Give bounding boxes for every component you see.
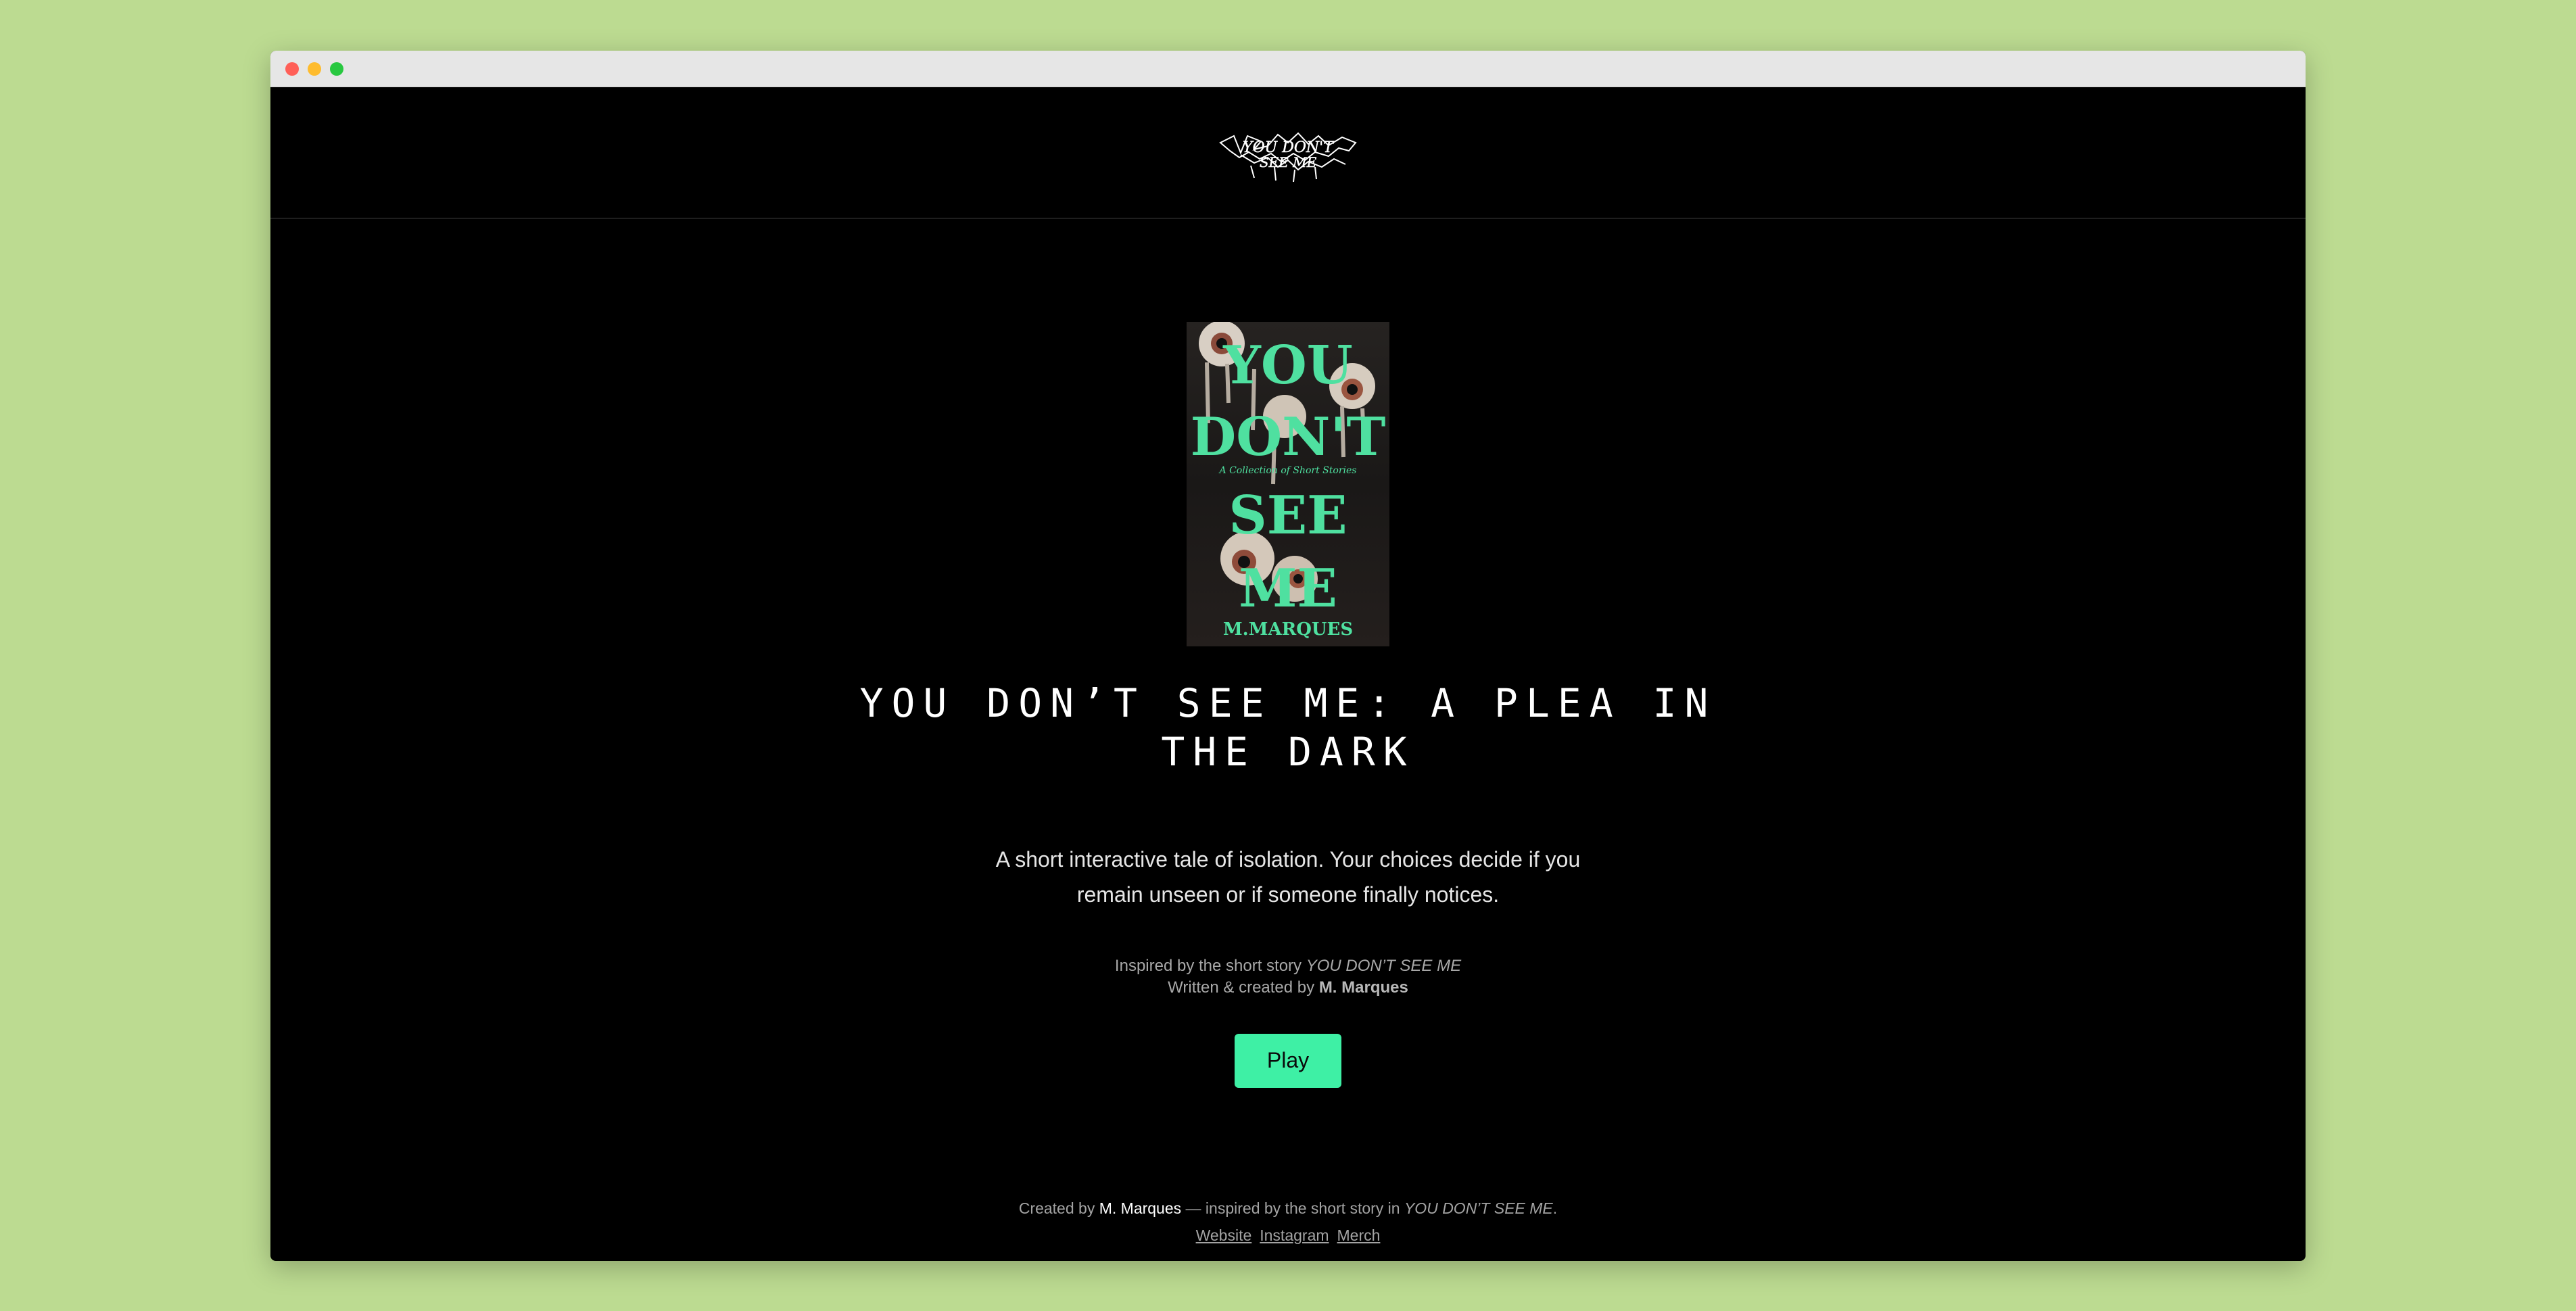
website-link[interactable]: Website — [1196, 1226, 1252, 1244]
site-header: YOU DON'T SEE ME — [270, 87, 2306, 219]
minimize-window-button[interactable] — [308, 62, 321, 76]
footer-links: Website Instagram Merch — [270, 1222, 2306, 1249]
browser-window: YOU DON'T SEE ME YOU DON'T A Collection … — [270, 51, 2306, 1261]
footer-story-title: YOU DON’T SEE ME — [1404, 1199, 1553, 1217]
footer-author: M. Marques — [1099, 1199, 1182, 1217]
inspired-story-title: YOU DON’T SEE ME — [1306, 956, 1462, 975]
inspired-line: Inspired by the short story YOU DON’T SE… — [1115, 955, 1461, 977]
written-author: M. Marques — [1318, 978, 1408, 997]
cover-subtitle: A Collection of Short Stories — [1219, 465, 1357, 476]
play-button[interactable]: Play — [1235, 1033, 1341, 1088]
cover-title-line: DON'T — [1190, 406, 1386, 468]
cover-author: M.MARQUES — [1222, 619, 1354, 640]
game-description: A short interactive tale of isolation. Y… — [995, 847, 1581, 907]
written-prefix: Written & created by — [1168, 978, 1319, 997]
cover-title-line: ME — [1239, 558, 1337, 619]
credits: Inspired by the short story YOU DON’T SE… — [1115, 955, 1461, 999]
book-cover: YOU DON'T A Collection of Short Stories … — [1187, 322, 1389, 646]
site-footer: Created by M. Marques — inspired by the … — [270, 1195, 2306, 1249]
maximize-window-button[interactable] — [330, 62, 343, 76]
written-line: Written & created by M. Marques — [1115, 977, 1461, 999]
inspired-prefix: Inspired by the short story — [1114, 956, 1306, 975]
window-titlebar — [270, 51, 2306, 87]
main-content: YOU DON'T A Collection of Short Stories … — [270, 219, 2306, 1088]
close-window-button[interactable] — [285, 62, 299, 76]
merch-link[interactable]: Merch — [1337, 1226, 1381, 1244]
footer-period: . — [1552, 1199, 1558, 1217]
footer-created-prefix: Created by — [1018, 1199, 1099, 1217]
svg-text:SEE ME: SEE ME — [1260, 154, 1317, 170]
cover-title-line: YOU — [1223, 335, 1353, 396]
footer-inspired-middle: — inspired by the short story in — [1181, 1199, 1404, 1217]
instagram-link[interactable]: Instagram — [1260, 1226, 1329, 1244]
cover-title-bottom: SEE ME — [1187, 479, 1389, 626]
game-title: YOU DON’T SEE ME: A PLEA IN THE DARK — [859, 680, 1717, 775]
footer-credit-line: Created by M. Marques — inspired by the … — [270, 1195, 2306, 1222]
cover-title-line: SEE — [1229, 485, 1347, 546]
cover-title: YOU DON'T — [1187, 329, 1389, 475]
site-logo[interactable]: YOU DON'T SEE ME — [1214, 122, 1362, 183]
